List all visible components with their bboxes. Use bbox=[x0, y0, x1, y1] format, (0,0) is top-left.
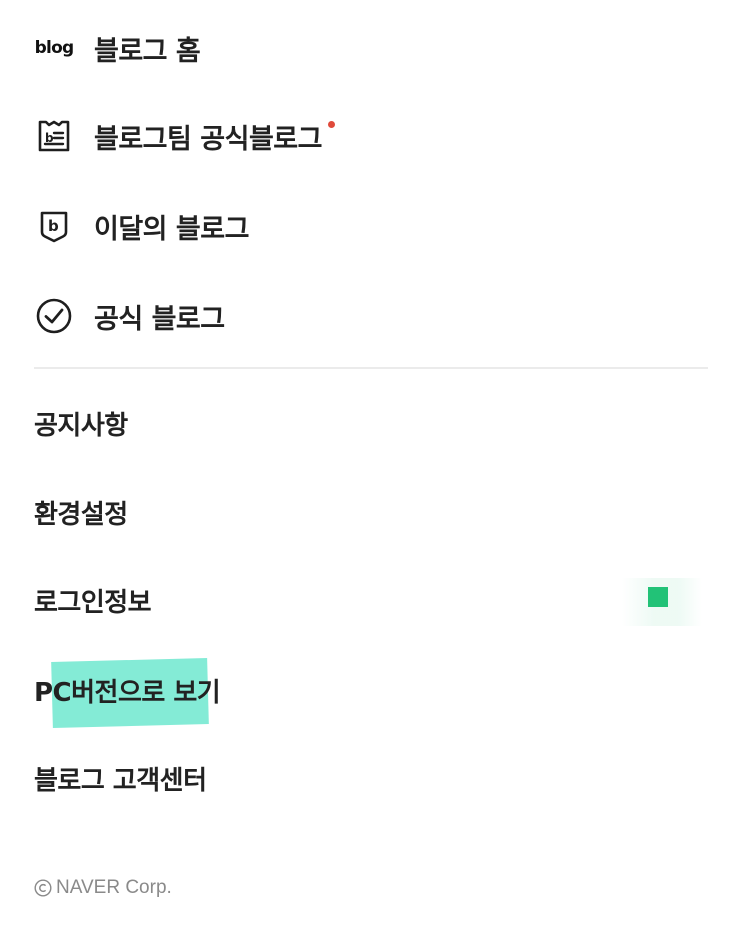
new-badge-dot bbox=[327, 120, 335, 128]
check-circle-icon bbox=[34, 296, 74, 336]
menu-item-label: 환경설정 bbox=[34, 499, 128, 530]
menu-item-blog-of-the-month[interactable]: b 이달의 블로그 bbox=[34, 204, 249, 248]
menu-item-label: 블로그팀 공식블로그 bbox=[94, 123, 322, 155]
copyright-footer: NAVER Corp. bbox=[34, 877, 172, 899]
menu-item-pc-version[interactable]: PC버전으로 보기 bbox=[34, 670, 221, 710]
b-badge-icon: b bbox=[34, 206, 74, 246]
copyright-icon bbox=[34, 879, 52, 897]
menu-item-login-info[interactable]: 로그인정보 bbox=[34, 580, 152, 620]
menu-item-label: 공지사항 bbox=[34, 410, 128, 441]
menu-item-customer-center[interactable]: 블로그 고객센터 bbox=[34, 758, 207, 798]
menu-item-blogteam-official[interactable]: b 블로그팀 공식블로그 bbox=[34, 114, 335, 158]
menu-item-label: 공식 블로그 bbox=[94, 303, 225, 335]
menu-item-blog-home[interactable]: blog 블로그 홈 bbox=[34, 26, 201, 70]
menu-item-settings[interactable]: 환경설정 bbox=[34, 492, 128, 532]
notice-board-icon: b bbox=[34, 116, 74, 156]
menu-item-label: PC버전으로 보기 bbox=[34, 677, 221, 708]
section-divider bbox=[34, 367, 708, 369]
menu-item-notices[interactable]: 공지사항 bbox=[34, 403, 128, 443]
menu-item-official-blog[interactable]: 공식 블로그 bbox=[34, 294, 225, 338]
svg-text:b: b bbox=[48, 217, 59, 235]
menu-item-label: 블로그 홈 bbox=[94, 35, 201, 67]
menu-item-label: 블로그 고객센터 bbox=[34, 765, 207, 796]
blog-wordmark-icon: blog bbox=[34, 38, 74, 58]
status-indicator bbox=[648, 587, 668, 607]
copyright-text: NAVER Corp. bbox=[56, 877, 172, 898]
menu-item-label: 이달의 블로그 bbox=[94, 213, 249, 245]
menu-item-label: 로그인정보 bbox=[34, 587, 152, 618]
